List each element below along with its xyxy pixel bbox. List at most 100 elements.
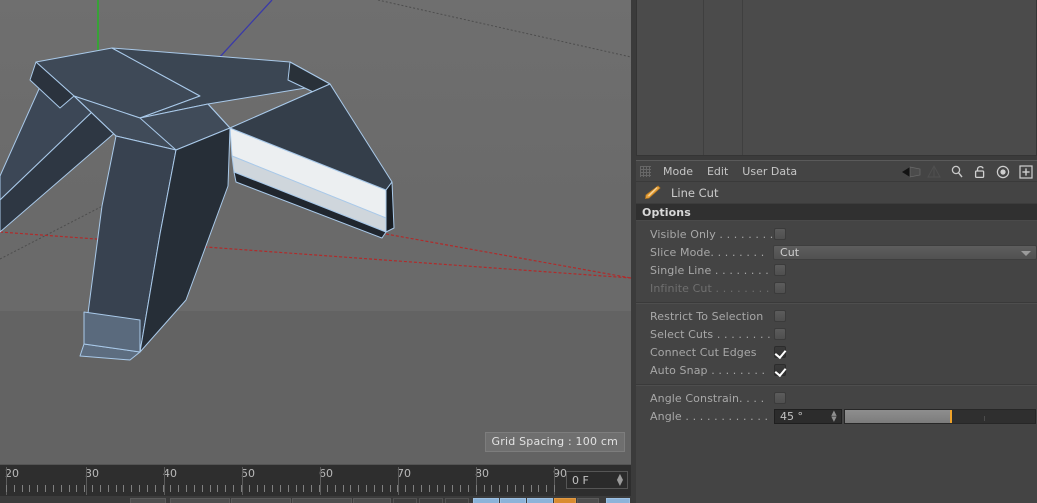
target-icon[interactable]: [993, 163, 1013, 181]
timeline-minor-tick: [131, 485, 132, 492]
search-icon[interactable]: [947, 163, 967, 181]
btm-btn-5[interactable]: [353, 498, 391, 503]
checkbox-infinite-cut[interactable]: [774, 282, 786, 294]
row-angle[interactable]: Angle . . . . . . . . . . . . 45 ° ▲ ▼: [636, 407, 1037, 425]
btm-btn-7[interactable]: [419, 498, 443, 503]
timeline-major-tick: [242, 467, 243, 495]
timeline-minor-tick: [390, 485, 391, 492]
checkbox-connect-cut-edges[interactable]: [774, 346, 786, 358]
btm-btn-9[interactable]: [473, 498, 499, 503]
btm-btn-1[interactable]: [130, 498, 166, 503]
label-select-cuts: Select Cuts . . . . . . . .: [650, 327, 771, 341]
timeline-minor-tick: [429, 485, 430, 492]
lock-icon[interactable]: [970, 163, 990, 181]
timeline-minor-tick: [546, 485, 547, 492]
timeline-minor-tick: [311, 485, 312, 492]
row-select-cuts[interactable]: Select Cuts . . . . . . . .: [636, 325, 1037, 343]
angle-number-field[interactable]: 45 ° ▲ ▼: [774, 408, 842, 424]
timeline-minor-tick: [444, 485, 445, 492]
current-frame-field[interactable]: 0 F ▲ ▼: [566, 471, 628, 489]
bottom-toolbar[interactable]: [0, 496, 631, 503]
menu-user-data[interactable]: User Data: [735, 164, 804, 179]
group-selection: Restrict To Selection Select Cuts . . . …: [636, 303, 1037, 385]
timeline-ruler[interactable]: 20 30 40 50 60 70 80 90: [0, 465, 567, 497]
btm-btn-11[interactable]: [527, 498, 553, 503]
arrow-back-icon[interactable]: [901, 163, 921, 181]
menu-edit[interactable]: Edit: [700, 164, 735, 179]
timeline-minor-tick: [507, 485, 508, 492]
timeline-minor-tick: [53, 485, 54, 492]
timeline-minor-tick: [288, 485, 289, 492]
right-panel-column: Mode Edit User Data Line Cut Options Vis…: [631, 0, 1037, 503]
btm-btn-4[interactable]: [292, 498, 352, 503]
timeline-minor-tick: [257, 485, 258, 492]
timeline-minor-tick: [108, 485, 109, 492]
angle-slider-tick: [983, 415, 985, 421]
checkbox-angle-constrain[interactable]: [774, 392, 786, 404]
angle-slider-marker[interactable]: [949, 409, 952, 423]
row-restrict-to-selection[interactable]: Restrict To Selection: [636, 307, 1037, 325]
viewport-scene: [0, 0, 631, 464]
btm-btn-8[interactable]: [445, 498, 469, 503]
timeline-minor-tick: [460, 485, 461, 492]
frame-spinner-down[interactable]: ▼: [617, 479, 623, 487]
timeline-minor-tick: [366, 485, 367, 492]
timeline-minor-tick: [22, 485, 23, 492]
timeline-minor-tick: [335, 485, 336, 492]
timeline-minor-tick: [163, 485, 164, 492]
timeline-tick-label: 70: [397, 467, 411, 480]
angle-value: 45 °: [780, 409, 803, 423]
btm-btn-3[interactable]: [231, 498, 291, 503]
checkbox-single-line[interactable]: [774, 264, 786, 276]
checkbox-auto-snap[interactable]: [774, 364, 786, 376]
btm-btn-14[interactable]: [606, 498, 630, 503]
chevron-down-icon[interactable]: [1021, 250, 1031, 256]
label-angle-constrain: Angle Constrain. . . .: [650, 391, 765, 405]
checkbox-restrict-to-selection[interactable]: [774, 310, 786, 322]
timeline-minor-tick: [155, 485, 156, 492]
row-angle-constrain[interactable]: Angle Constrain. . . .: [636, 389, 1037, 407]
angle-slider[interactable]: [844, 408, 1036, 424]
row-connect-cut-edges[interactable]: Connect Cut Edges: [636, 343, 1037, 361]
row-single-line[interactable]: Single Line . . . . . . . .: [636, 261, 1037, 279]
grip-dots-icon[interactable]: [640, 165, 651, 177]
row-auto-snap[interactable]: Auto Snap . . . . . . . .: [636, 361, 1037, 379]
attribute-menubar: Mode Edit User Data: [636, 161, 1037, 182]
row-visible-only[interactable]: Visible Only . . . . . . . .: [636, 225, 1037, 243]
attribute-manager: Mode Edit User Data Line Cut Options Vis…: [636, 160, 1037, 503]
angle-spinner[interactable]: ▲ ▼: [829, 410, 841, 423]
timeline-minor-tick: [45, 485, 46, 492]
arrow-forward-icon[interactable]: [924, 163, 944, 181]
timeline-minor-tick: [264, 485, 265, 492]
timeline-minor-tick: [84, 485, 85, 492]
timeline-minor-tick: [217, 485, 218, 492]
btm-btn-10[interactable]: [500, 498, 526, 503]
menu-mode[interactable]: Mode: [656, 164, 700, 179]
timeline-minor-tick: [6, 485, 7, 492]
label-infinite-cut: Infinite Cut . . . . . . . .: [650, 281, 770, 295]
timeline-minor-tick: [374, 485, 375, 492]
timeline-minor-tick: [499, 485, 500, 492]
row-slice-mode[interactable]: Slice Mode. . . . . . . . Cut: [636, 243, 1037, 261]
checkbox-select-cuts[interactable]: [774, 328, 786, 340]
timeline-minor-tick: [100, 485, 101, 492]
timeline-minor-tick: [37, 485, 38, 492]
btm-btn-13[interactable]: [577, 498, 599, 503]
btm-btn-6[interactable]: [393, 498, 417, 503]
3d-viewport[interactable]: Grid Spacing : 100 cm: [0, 0, 631, 464]
timeline-minor-tick: [319, 485, 320, 492]
btm-btn-2[interactable]: [170, 498, 230, 503]
plus-box-icon[interactable]: [1016, 163, 1036, 181]
timeline-minor-tick: [421, 485, 422, 492]
angle-spinner-down[interactable]: ▼: [831, 416, 836, 423]
dropdown-slice-mode[interactable]: Cut: [773, 244, 1037, 260]
timeline-minor-tick: [350, 485, 351, 492]
object-manager[interactable]: [636, 0, 1037, 156]
timeline-minor-tick: [397, 485, 398, 492]
frame-spinner[interactable]: ▲ ▼: [615, 473, 627, 487]
timeline-minor-tick: [280, 485, 281, 492]
btm-btn-12[interactable]: [554, 498, 576, 503]
checkbox-visible-only[interactable]: [774, 228, 786, 240]
row-infinite-cut[interactable]: Infinite Cut . . . . . . . .: [636, 279, 1037, 297]
timeline-minor-tick: [186, 485, 187, 492]
